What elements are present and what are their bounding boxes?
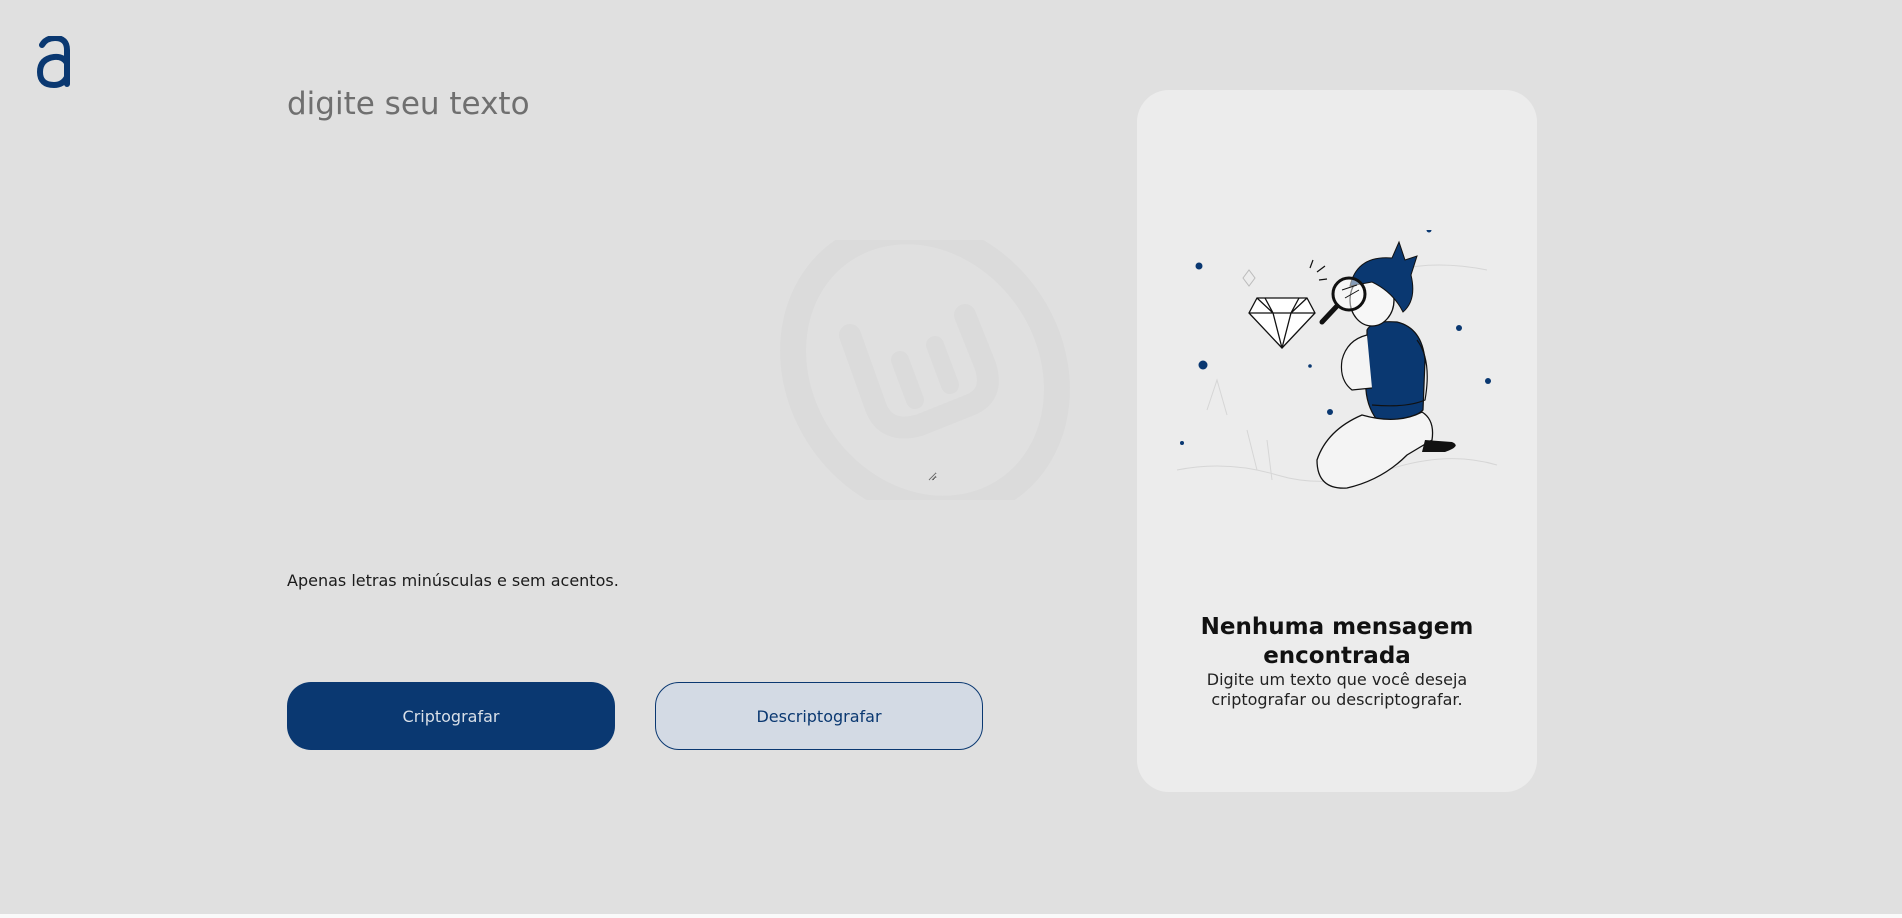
person-with-magnifier-illustration-icon [1176, 230, 1498, 489]
hint-text: Apenas letras minúsculas e sem acentos. [287, 571, 619, 590]
page: Apenas letras minúsculas e sem acentos. … [0, 0, 1902, 918]
decrypt-button[interactable]: Descriptografar [655, 682, 983, 750]
resize-grip-icon[interactable] [927, 471, 937, 481]
output-card: Nenhuma mensagem encontrada Digite um te… [1137, 90, 1537, 792]
encrypt-button-label: Criptografar [402, 706, 500, 726]
encrypt-button[interactable]: Criptografar [287, 682, 615, 750]
decrypt-button-label: Descriptografar [756, 706, 882, 726]
message-input[interactable] [287, 86, 937, 481]
alura-logo-icon[interactable] [36, 36, 72, 90]
no-message-title: Nenhuma mensagem encontrada [1200, 614, 1474, 669]
input-hint: Apenas letras minúsculas e sem acentos. [287, 571, 619, 590]
no-message-text: Digite um texto que você deseja criptogr… [1206, 670, 1468, 709]
bottom-divider [0, 914, 1902, 918]
